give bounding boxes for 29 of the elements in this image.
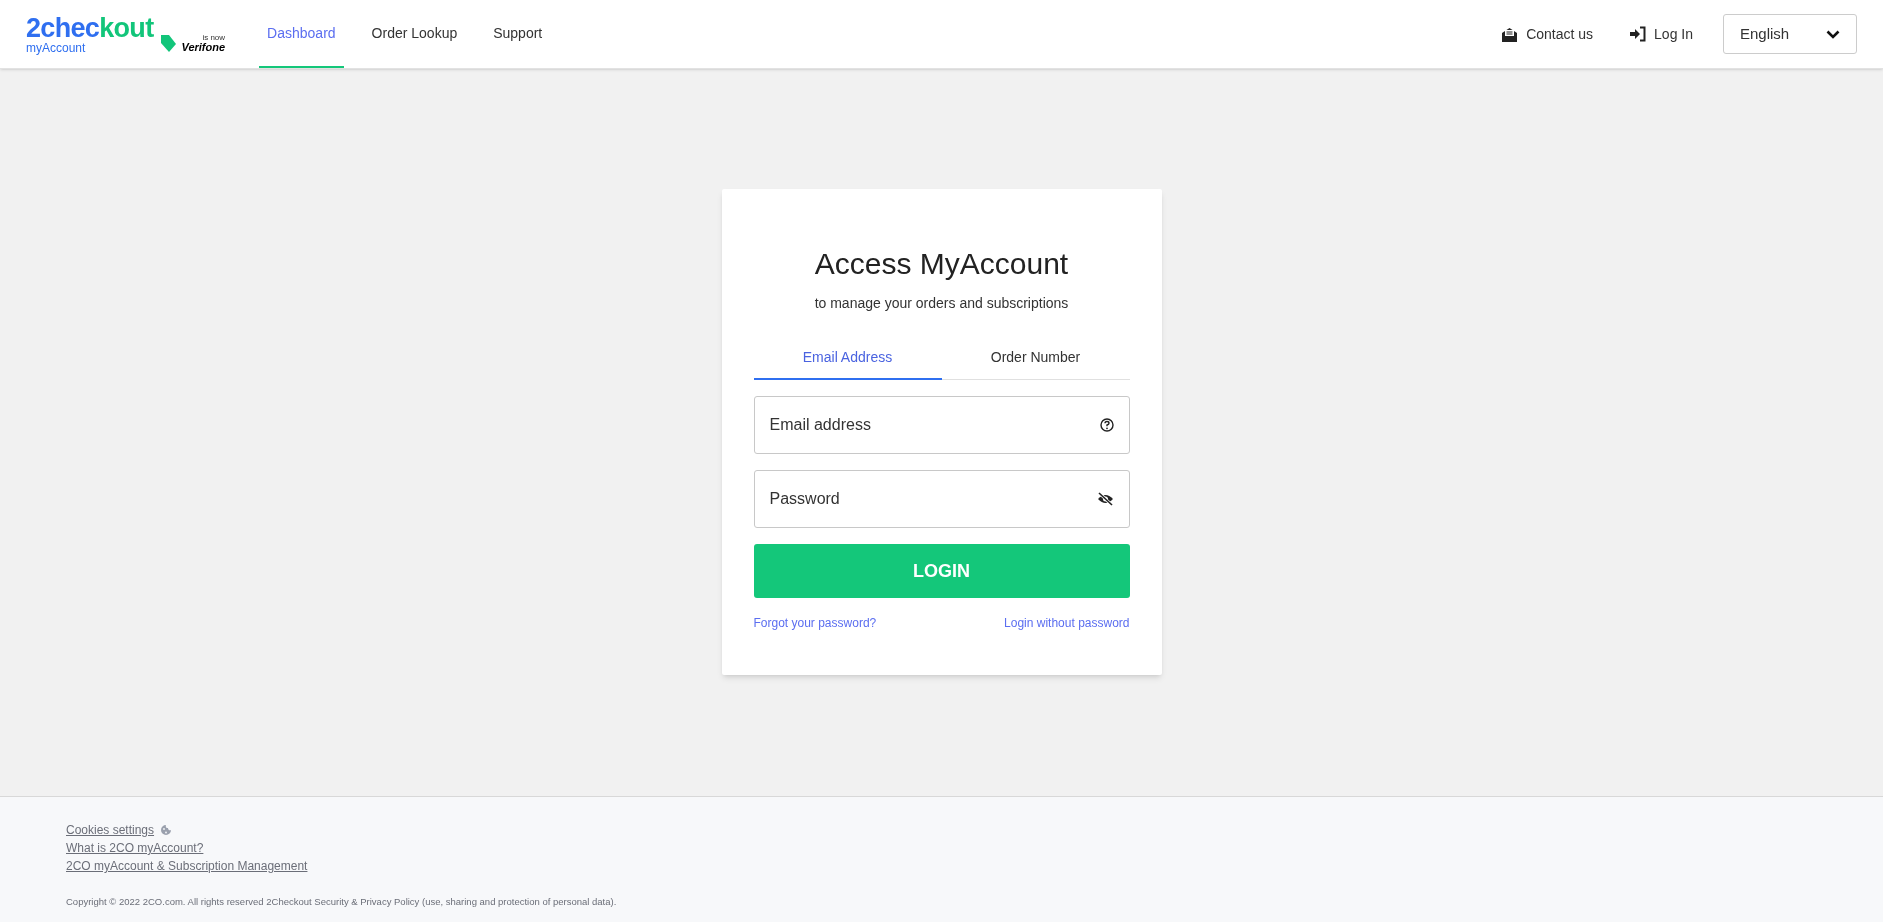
footer-link[interactable]: Cookies settings [66,821,155,839]
hidden-eye-icon [1096,492,1114,506]
email-field[interactable]: Email address [753,396,1130,454]
copyright-text: Copyright © 2022 2CO.com. All rights reserved 2Checkout Security & Privacy Policy (use, sharing and protection of personal data). [66,895,618,909]
nav-tab[interactable]: Support [485,0,551,68]
nav-tab[interactable]: Dashboard [259,0,344,68]
card-title: Access MyAccount [813,249,1070,279]
footer-link[interactable]: 2CO myAccount & Subscription Management [66,857,308,875]
login-arrow-icon [1629,26,1647,42]
password-field[interactable]: Password [753,470,1130,528]
envelope-icon [1501,25,1519,43]
card-subtitle: to manage your orders and subscriptions [813,294,1070,313]
logo-subtitle: myAccount [26,41,87,54]
contact-link[interactable]: Contact us [1526,23,1594,45]
passwordless-login-link[interactable]: Login without password [1004,614,1130,632]
partner-logo: Verifone [181,42,226,53]
brand-logo: 2checkout [26,14,154,42]
language-dropdown[interactable]: English [1723,14,1857,54]
price-tag-icon [159,33,178,53]
login-method-tab[interactable]: Email Address [753,336,942,380]
help-icon [1099,418,1114,432]
nav-tab[interactable]: Order Lookup [363,0,466,68]
login-link[interactable]: Log In [1654,23,1693,45]
cookie-icon [160,824,173,836]
logo-note: is now [202,34,226,42]
login-method-tab[interactable]: Order Number [941,336,1130,380]
chevron-down-icon [1826,29,1840,39]
forgot-password-link[interactable]: Forgot your password? [753,614,877,632]
footer-link[interactable]: What is 2CO myAccount? [66,839,204,857]
